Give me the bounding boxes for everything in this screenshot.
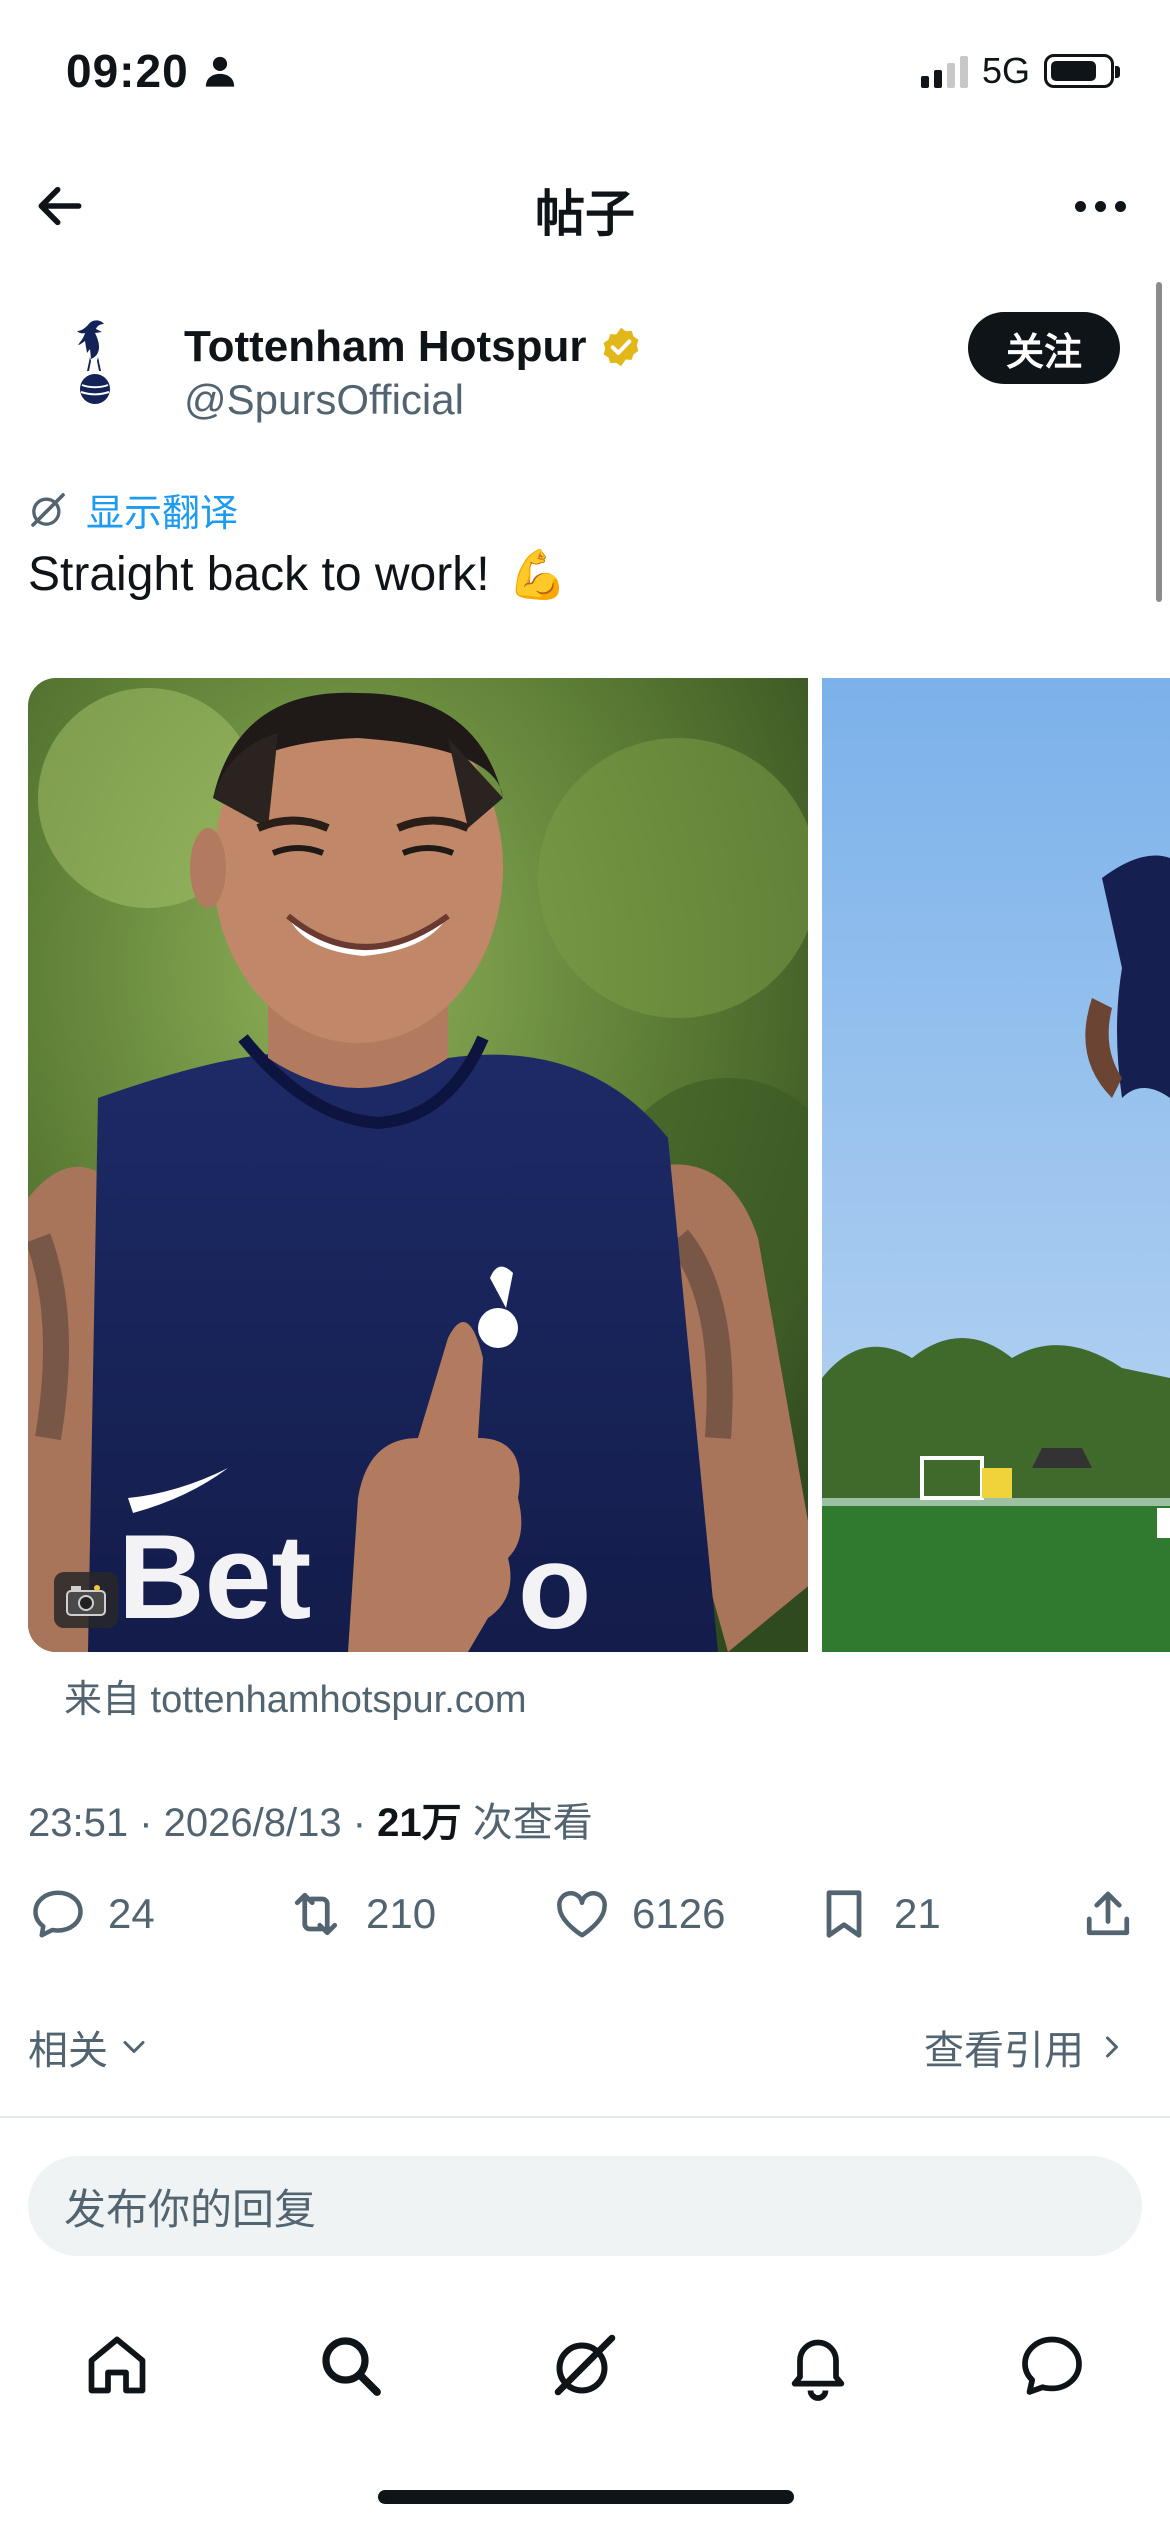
- post-image-2[interactable]: [822, 678, 1170, 1652]
- grok-icon: [31, 492, 65, 527]
- author-name-text: Tottenham Hotspur: [184, 322, 587, 371]
- related-bar: 相关 查看引用: [0, 2010, 1170, 2090]
- reply-count: 24: [108, 1890, 155, 1937]
- views-count: 21万: [377, 1801, 462, 1845]
- training-ground-image: [822, 678, 1170, 1652]
- reply-input[interactable]: 发布你的回复: [28, 2156, 1142, 2256]
- timestamp: 23:51 · 2026/8/13 ·: [28, 1801, 378, 1845]
- divider: [0, 2116, 1170, 2118]
- status-bar: 09:20 5G: [0, 0, 1170, 150]
- page-title: 帖子: [535, 186, 635, 242]
- status-indicators: 5G: [920, 50, 1120, 92]
- verified-badge-icon: [603, 327, 638, 367]
- like-button[interactable]: 6126: [552, 1884, 725, 1944]
- post-text-body: Straight back to work!: [28, 548, 490, 601]
- reply-placeholder: 发布你的回复: [64, 2185, 317, 2233]
- time-text: 09:20: [66, 45, 189, 97]
- retweet-button[interactable]: 210: [286, 1884, 436, 1944]
- post-text: Straight back to work! 💪: [28, 546, 567, 603]
- status-time: 09:20: [66, 44, 237, 98]
- post-meta: 23:51 · 2026/8/13 · 21万 次查看: [28, 1790, 593, 1848]
- follow-button[interactable]: 关注: [968, 312, 1120, 384]
- tab-messages[interactable]: [1007, 2320, 1097, 2410]
- tab-search[interactable]: [305, 2320, 395, 2410]
- home-icon: [88, 2336, 146, 2394]
- like-count: 6126: [632, 1890, 726, 1937]
- bookmark-icon: [826, 1890, 862, 1938]
- bookmark-button[interactable]: 21: [814, 1884, 941, 1944]
- dot-icon: [1114, 200, 1126, 212]
- person-icon: [205, 56, 234, 87]
- chevron-right-icon: [1106, 2036, 1118, 2058]
- notifications-icon: [791, 2339, 845, 2401]
- share-icon: [1086, 1891, 1130, 1936]
- retweet-count: 210: [366, 1890, 437, 1937]
- network-label: 5G: [981, 50, 1030, 91]
- share-button[interactable]: [1078, 1884, 1138, 1944]
- related-dropdown[interactable]: 相关: [28, 2018, 152, 2076]
- tab-notifications[interactable]: [773, 2320, 863, 2410]
- battery-icon: [1044, 54, 1120, 88]
- view-quotes-label: 查看引用: [924, 2029, 1084, 2073]
- views-label: 次查看: [461, 1801, 593, 1845]
- search-icon: [322, 2337, 381, 2396]
- author-handle[interactable]: @SpursOfficial: [184, 376, 464, 424]
- top-nav: 帖子: [0, 160, 1170, 250]
- source-attribution[interactable]: 来自 tottenhamhotspur.com: [64, 1668, 527, 1723]
- scrollbar[interactable]: [1156, 282, 1162, 602]
- camera-icon: [54, 1572, 118, 1628]
- dot-icon: [1094, 200, 1106, 212]
- tab-home[interactable]: [72, 2320, 162, 2410]
- reply-icon: [33, 1890, 83, 1938]
- flexed-biceps-emoji: 💪: [507, 549, 568, 602]
- grok-icon: [554, 2334, 616, 2396]
- messages-icon: [1022, 2336, 1082, 2395]
- chevron-down-icon: [123, 2041, 145, 2053]
- bookmark-count: 21: [894, 1890, 941, 1937]
- action-bar: 24 210 6126 21: [28, 1884, 1144, 1956]
- author-name[interactable]: Tottenham Hotspur: [184, 322, 643, 372]
- spurs-crest-icon: [77, 320, 110, 404]
- svg-text:o: o: [518, 1520, 591, 1652]
- reply-button[interactable]: 24: [28, 1884, 155, 1944]
- show-translation-link[interactable]: 显示翻译: [28, 482, 238, 537]
- svg-text:Bet: Bet: [118, 1510, 311, 1644]
- related-label: 相关: [28, 2029, 108, 2073]
- post-image-1[interactable]: Bet o: [28, 678, 808, 1652]
- dot-icon: [1074, 200, 1086, 212]
- signal-icon: [920, 54, 968, 88]
- view-quotes-link[interactable]: 查看引用: [924, 2018, 1130, 2076]
- bottom-tab-bar: [0, 2310, 1170, 2420]
- avatar[interactable]: [40, 310, 150, 420]
- tab-grok[interactable]: [540, 2320, 630, 2410]
- translate-label: 显示翻译: [86, 493, 239, 535]
- home-indicator[interactable]: [378, 2490, 794, 2504]
- more-options-button[interactable]: [1060, 174, 1140, 238]
- player-photo-image: Bet o: [28, 678, 808, 1652]
- heart-icon: [557, 1890, 607, 1938]
- retweet-icon: [294, 1892, 338, 1936]
